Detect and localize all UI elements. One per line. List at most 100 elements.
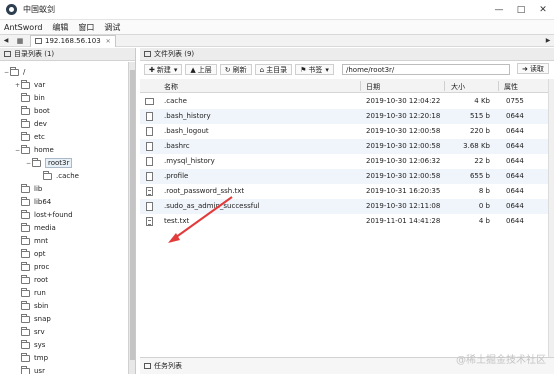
expand-toggle-icon[interactable]: + bbox=[14, 82, 21, 89]
menu-debug[interactable]: 调试 bbox=[99, 22, 125, 33]
tree-item-label: srv bbox=[34, 328, 45, 336]
tree-item[interactable]: − root3r bbox=[25, 157, 73, 169]
tree-item[interactable]: dev bbox=[14, 118, 47, 130]
column-date[interactable]: 日期 bbox=[366, 82, 380, 92]
tab-close-icon[interactable]: ✕ bbox=[106, 38, 111, 45]
column-size[interactable]: 大小 bbox=[451, 82, 465, 92]
text-file-icon bbox=[146, 217, 153, 226]
folder-icon bbox=[21, 209, 30, 219]
tree-item-label: opt bbox=[34, 250, 46, 258]
tree-item[interactable]: opt bbox=[14, 248, 45, 260]
column-separator bbox=[444, 81, 445, 91]
tree-item[interactable]: lost+found bbox=[14, 209, 73, 221]
tree-item[interactable]: sbin bbox=[14, 300, 48, 312]
tree-item[interactable]: mnt bbox=[14, 235, 48, 247]
file-date: 2019-10-30 12:11:08 bbox=[366, 202, 441, 210]
tree-item[interactable]: usr bbox=[14, 365, 45, 374]
collapse-toggle-icon[interactable]: − bbox=[14, 147, 21, 154]
file-size: 220 b bbox=[469, 127, 490, 135]
read-button[interactable]: ➜ 读取 bbox=[517, 63, 549, 74]
tree-item[interactable]: proc bbox=[14, 261, 49, 273]
file-row[interactable]: .bash_history 2019-10-30 12:20:18 515 b 064… bbox=[140, 109, 554, 124]
file-name: .profile bbox=[164, 172, 189, 180]
collapse-toggle-icon[interactable]: − bbox=[25, 160, 32, 167]
window-controls: — □ ✕ bbox=[488, 0, 554, 20]
tree-item[interactable]: sys bbox=[14, 339, 45, 351]
file-row[interactable]: .mysql_history 2019-10-30 12:06:32 22 b 064… bbox=[140, 154, 554, 169]
file-row[interactable]: test.txt 2019-11-01 14:41:28 4 b 0644 bbox=[140, 214, 554, 229]
tree-item-label: .cache bbox=[56, 172, 79, 180]
minimize-icon[interactable]: — bbox=[488, 0, 510, 20]
home-button[interactable]: ⌂ 主目录 bbox=[254, 64, 293, 75]
file-name: .sudo_as_admin_successful bbox=[164, 202, 260, 210]
close-icon[interactable]: ✕ bbox=[532, 0, 554, 20]
home-label: 主目录 bbox=[266, 65, 288, 74]
plus-icon: ✚ bbox=[149, 65, 155, 74]
tree-item[interactable]: boot bbox=[14, 105, 50, 117]
tree-item[interactable]: srv bbox=[14, 326, 45, 338]
tree-item[interactable]: .cache bbox=[36, 170, 79, 182]
tree-item[interactable]: etc bbox=[14, 131, 45, 143]
file-row[interactable]: .cache 2019-10-30 12:04:22 4 Kb 0755 bbox=[140, 94, 554, 109]
bookmark-button[interactable]: ⚑ 书签 ▾ bbox=[295, 64, 334, 75]
refresh-button[interactable]: ↻ 刷新 bbox=[219, 64, 252, 75]
menu-bar: AntSword 编辑 窗口 调试 bbox=[0, 20, 554, 34]
file-panel-title: 文件列表 (9) bbox=[154, 50, 195, 58]
bookmark-icon: ⚑ bbox=[300, 65, 307, 74]
file-row[interactable]: .sudo_as_admin_successful 2019-10-30 12:1… bbox=[140, 199, 554, 214]
up-button[interactable]: ▲ 上层 bbox=[185, 64, 217, 75]
tree-item[interactable]: media bbox=[14, 222, 56, 234]
maximize-icon[interactable]: □ bbox=[510, 0, 532, 20]
file-list-scrollbar[interactable] bbox=[548, 79, 554, 357]
tree-item[interactable]: − home bbox=[14, 144, 54, 156]
folder-icon bbox=[21, 144, 30, 154]
tree-item[interactable]: bin bbox=[14, 92, 45, 104]
file-row[interactable]: .profile 2019-10-30 12:00:58 655 b 0644 bbox=[140, 169, 554, 184]
tree-item[interactable]: tmp bbox=[14, 352, 48, 364]
file-date: 2019-10-30 12:04:22 bbox=[366, 97, 441, 105]
file-date: 2019-10-30 12:20:18 bbox=[366, 112, 441, 120]
menu-edit[interactable]: 编辑 bbox=[47, 22, 73, 33]
new-button[interactable]: ✚ 新建 ▾ bbox=[144, 64, 183, 75]
tree-scrollbar-thumb[interactable] bbox=[130, 70, 135, 360]
tree-item-label: dev bbox=[34, 120, 47, 128]
folder-icon bbox=[10, 66, 19, 76]
column-perm[interactable]: 属性 bbox=[504, 82, 518, 92]
file-row[interactable]: .bashrc 2019-10-30 12:00:58 3.68 Kb 0644 bbox=[140, 139, 554, 154]
directory-panel: 目录列表 (1) − / + var bin boot dev etc − home − root3r… bbox=[0, 48, 136, 374]
file-date: 2019-10-30 12:00:58 bbox=[366, 127, 441, 135]
tree-item-label: root3r bbox=[45, 158, 73, 168]
file-permissions: 0644 bbox=[506, 142, 524, 150]
grid-icon[interactable]: ▦ bbox=[12, 37, 28, 45]
tree-item[interactable]: lib bbox=[14, 183, 42, 195]
path-input[interactable] bbox=[342, 64, 510, 75]
column-name[interactable]: 名称 bbox=[164, 82, 178, 92]
tree-item-label: var bbox=[34, 81, 46, 89]
refresh-icon: ↻ bbox=[224, 65, 231, 74]
tab-shell[interactable]: 192.168.56.103 ✕ bbox=[30, 34, 116, 47]
file-name: .bash_logout bbox=[164, 127, 209, 135]
tab-scroll-right-icon[interactable]: ▶ bbox=[542, 37, 554, 44]
menu-window[interactable]: 窗口 bbox=[73, 22, 99, 33]
collapse-toggle-icon[interactable]: − bbox=[3, 69, 10, 76]
tree-scrollbar[interactable] bbox=[128, 62, 135, 374]
file-date: 2019-10-30 12:06:32 bbox=[366, 157, 441, 165]
file-row[interactable]: .bash_logout 2019-10-30 12:00:58 220 b 0644 bbox=[140, 124, 554, 139]
tree-item[interactable]: − / bbox=[3, 66, 25, 78]
folder-icon bbox=[21, 352, 30, 362]
tree-item[interactable]: root bbox=[14, 274, 48, 286]
tab-label: 192.168.56.103 bbox=[45, 37, 101, 45]
menu-antsword[interactable]: AntSword bbox=[0, 23, 47, 32]
tree-item[interactable]: lib64 bbox=[14, 196, 51, 208]
tree-item[interactable]: run bbox=[14, 287, 46, 299]
tree-item-label: tmp bbox=[34, 354, 49, 362]
file-row[interactable]: .root_password_ssh.txt 2019-10-31 16:20:3… bbox=[140, 184, 554, 199]
file-name: .bash_history bbox=[164, 112, 211, 120]
folder-icon bbox=[21, 79, 30, 89]
watermark-text: @稀土掘金技术社区 bbox=[456, 355, 546, 366]
tree-item[interactable]: + var bbox=[14, 79, 45, 91]
folder-icon bbox=[21, 261, 30, 271]
folder-icon bbox=[21, 313, 30, 323]
tab-scroll-left-icon[interactable]: ◀ bbox=[0, 37, 12, 44]
tree-item[interactable]: snap bbox=[14, 313, 51, 325]
